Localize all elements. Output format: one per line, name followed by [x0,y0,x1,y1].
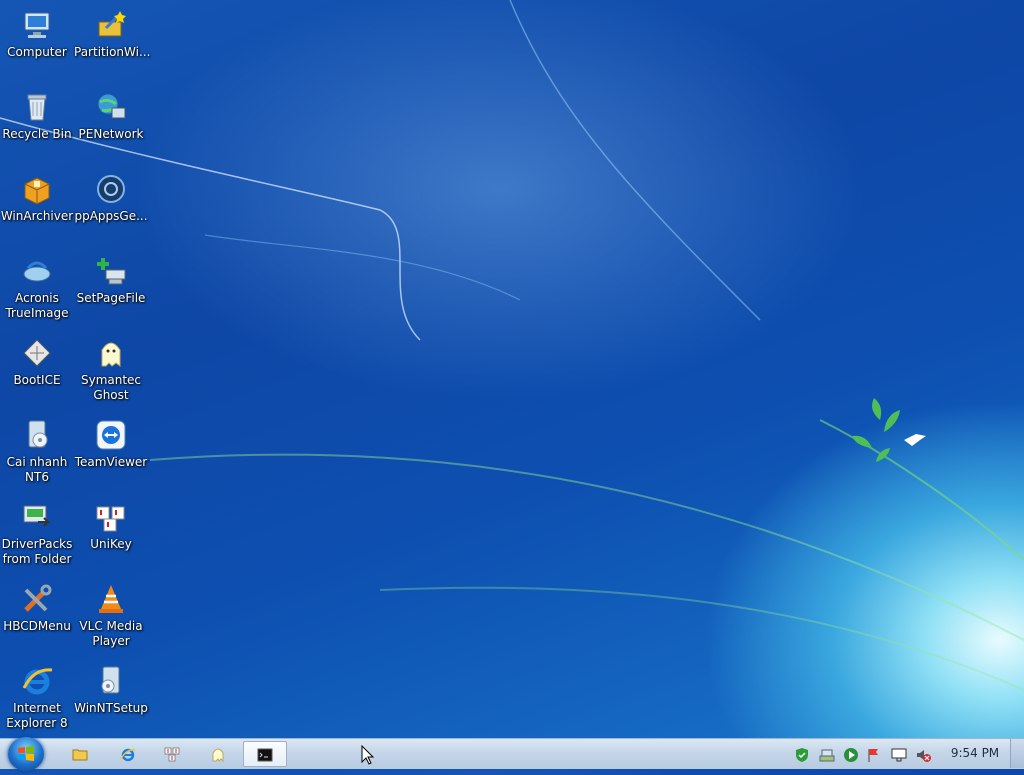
internet-explorer-icon [22,668,53,695]
dove-decoration [904,434,926,446]
desktop-icon-acronis[interactable]: Acronis TrueImage [0,250,74,321]
desktop-icon-label: PartitionWi... [74,45,151,59]
desktop-icon-penetwork[interactable]: PENetwork [74,86,148,142]
taskbar-ghost-button[interactable] [198,741,238,767]
flag-icon[interactable] [866,747,882,763]
desktop-icon-label: Recycle Bin [2,127,72,141]
desktop-icon-unikey[interactable]: UniKey [74,496,148,552]
volume-muted-icon[interactable] [915,747,931,763]
taskbar-explorer-button[interactable] [60,741,100,767]
winntsetup-icon [101,666,120,694]
computer-icon [24,12,50,38]
desktop-icon-label: WinNTSetup [74,701,148,715]
taskbar [0,737,1024,771]
archive-box-icon [24,177,50,205]
desktop-icon-winntsetup[interactable]: WinNTSetup [74,660,148,716]
desktop-icon-internet-explorer[interactable]: Internet Explorer 8 [0,660,74,731]
desktop-wallpaper [0,0,1024,691]
network-icon[interactable] [819,747,835,763]
desktop-icon-setpagefile[interactable]: SetPageFile [74,250,148,306]
taskbar-cmd-button[interactable] [243,741,287,767]
taskbar-clock[interactable]: 9:54 PM [940,746,1010,760]
unikey-icon [96,506,125,532]
taskbar-unikey-button[interactable] [152,741,192,767]
desktop-icon-cai-nhanh-nt6[interactable]: Cai nhanh NT6 [0,414,74,485]
desktop-icon-label: TeamViewer [74,455,148,469]
desktop-icon-label: ppAppsGe... [74,209,148,223]
driverpacks-icon [23,505,51,527]
windows-logo-icon [18,746,34,761]
desktop-icon-label: Cai nhanh NT6 [6,455,68,484]
display-icon[interactable] [891,747,907,763]
tools-icon [24,584,52,612]
desktop-icon-label: WinArchiver [0,209,74,223]
ghost-icon [212,748,224,762]
desktop-icon-partitionwizard[interactable]: PartitionWi... [74,4,151,60]
desktop-icon-symantec-ghost[interactable]: Symantec Ghost [74,332,148,403]
desktop-icon-ppappsge[interactable]: ppAppsGe... [74,168,148,224]
desktop-icon-label: PENetwork [78,127,144,141]
vlc-cone-icon [99,585,123,613]
media-play-icon[interactable] [843,747,859,763]
desktop-icon-label: BootICE [13,373,61,387]
desktop-icon-teamviewer[interactable]: TeamViewer [74,414,148,470]
network-globe-icon [97,93,126,119]
desktop-icon-label: DriverPacks from Folder [1,537,73,566]
desktop-icon-driverpacks[interactable]: DriverPacks from Folder [0,496,74,567]
start-button[interactable] [8,737,44,771]
install-nt6-icon [28,420,48,448]
desktop-icon-label: VLC Media Player [79,619,143,648]
ppapps-icon [97,175,125,203]
mouse-cursor-icon [361,745,375,765]
desktop-icon-label: UniKey [90,537,132,551]
desktop-icon-recycle-bin[interactable]: Recycle Bin [0,86,74,142]
desktop-icon-label: HBCDMenu [3,619,71,633]
desktop-icon-label: Acronis TrueImage [5,291,69,320]
file-explorer-icon [72,749,88,761]
acronis-icon [23,261,51,282]
bootice-icon [23,339,51,367]
internet-explorer-icon [120,748,136,762]
command-prompt-icon [257,748,273,762]
desktop-icon-label: SetPageFile [76,291,146,305]
partition-wizard-icon [98,11,126,37]
setpagefile-icon [97,258,126,285]
security-shield-icon[interactable] [794,747,810,763]
desktop-icon-winarchiver[interactable]: WinArchiver [0,168,74,224]
show-desktop-button[interactable] [1010,739,1024,768]
ghost-icon [101,342,121,367]
recycle-bin-icon [27,94,47,121]
desktop-icon-label: Symantec Ghost [80,373,142,402]
teamviewer-icon [96,420,126,450]
desktop-icon-bootice[interactable]: BootICE [0,332,74,388]
desktop-icon-label: Computer [7,45,67,59]
plant-decoration [852,398,900,462]
desktop-icon-label: Internet Explorer 8 [6,701,68,730]
desktop-icon-computer[interactable]: Computer [0,4,74,60]
taskbar-ie-button[interactable] [108,741,148,767]
desktop-icon-hbcdmenu[interactable]: HBCDMenu [0,578,74,634]
desktop-icon-vlc[interactable]: VLC Media Player [74,578,148,649]
unikey-icon [164,747,180,762]
